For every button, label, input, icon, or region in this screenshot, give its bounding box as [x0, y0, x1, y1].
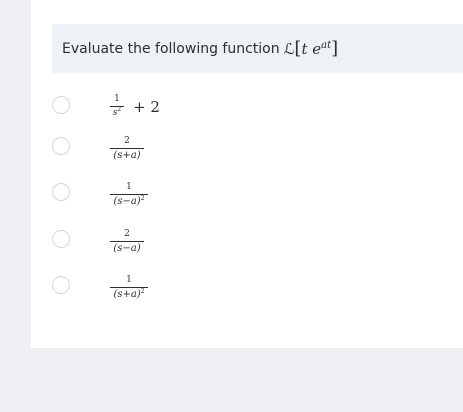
option-5-formula: 1 (s+a)2: [110, 275, 148, 301]
question-prompt: Evaluate the following function: [62, 40, 280, 57]
option-4-formula: 2 (s−a): [110, 229, 144, 254]
option-2-radio[interactable]: [52, 137, 70, 155]
option-4-radio[interactable]: [52, 230, 70, 248]
option-4-fraction: 2 (s−a): [110, 229, 144, 254]
option-4-numerator: 2: [110, 229, 144, 242]
option-1-fraction: 1 s2: [110, 94, 124, 119]
option-3[interactable]: [52, 181, 70, 203]
laplace-operator: ℒ: [283, 40, 295, 58]
question-expression: ℒ[t eat]: [284, 38, 339, 59]
option-1-denominator: s2: [112, 106, 122, 118]
option-4[interactable]: [52, 228, 70, 250]
option-4-denominator: (s−a): [113, 243, 141, 254]
option-3-formula: 1 (s−a)2: [110, 182, 148, 208]
option-5-denominator: (s+a)2: [113, 288, 145, 300]
option-1-suffix: + 2: [133, 97, 160, 116]
option-3-fraction: 1 (s−a)2: [110, 182, 148, 208]
option-1-radio[interactable]: [52, 96, 70, 114]
option-2[interactable]: [52, 135, 70, 157]
question-header: Evaluate the following function ℒ[t eat]: [52, 24, 463, 73]
option-2-numerator: 2: [110, 136, 144, 149]
close-bracket: ]: [331, 38, 339, 59]
option-1[interactable]: [52, 94, 70, 116]
option-2-denominator: (s+a): [113, 150, 141, 161]
option-3-radio[interactable]: [52, 183, 70, 201]
option-2-formula: 2 (s+a): [110, 136, 144, 161]
option-3-denominator: (s−a)2: [113, 195, 145, 207]
option-5[interactable]: [52, 274, 70, 296]
option-5-numerator: 1: [110, 275, 148, 288]
exp-exponent: at: [321, 40, 332, 51]
exp-base: e: [312, 40, 322, 58]
variable-t: t: [301, 40, 308, 58]
option-3-numerator: 1: [110, 182, 148, 195]
option-5-radio[interactable]: [52, 276, 70, 294]
option-5-fraction: 1 (s+a)2: [110, 275, 148, 301]
option-1-formula: 1 s2 + 2: [110, 94, 160, 119]
option-2-fraction: 2 (s+a): [110, 136, 144, 161]
